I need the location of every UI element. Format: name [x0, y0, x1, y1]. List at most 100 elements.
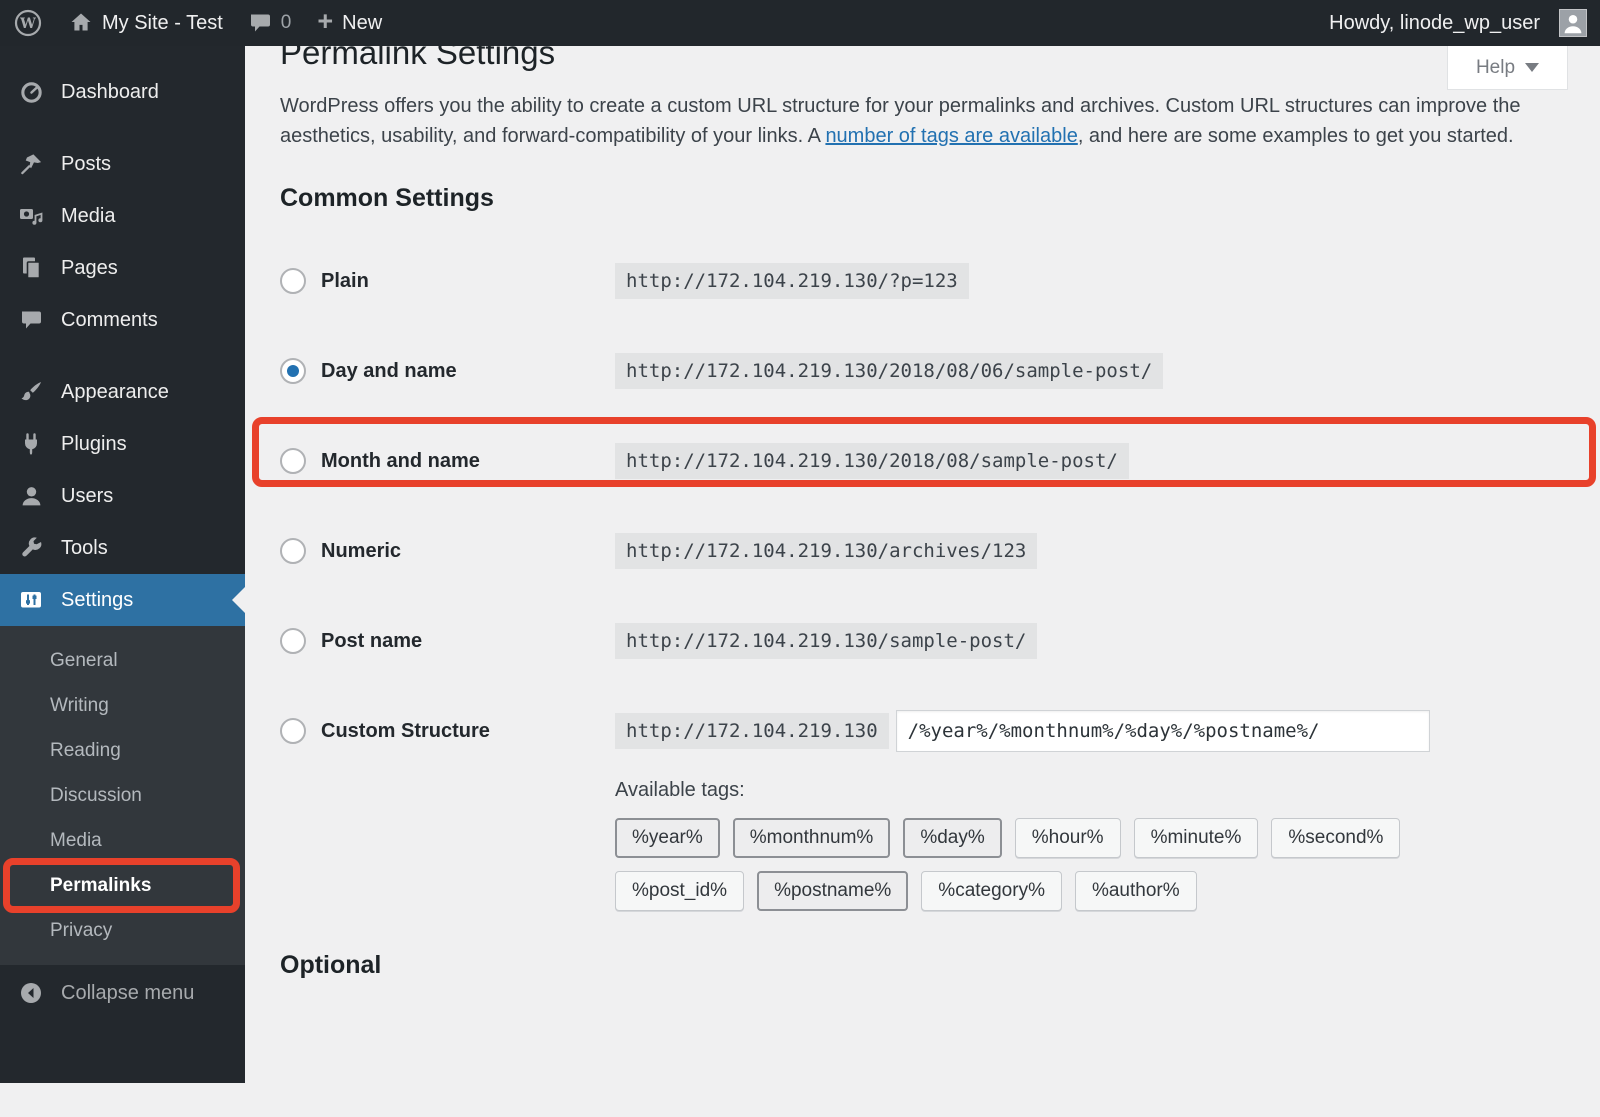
sidebar-item-media[interactable]: Media — [0, 190, 245, 242]
tag-button-post-id[interactable]: %post_id% — [615, 871, 744, 911]
sidebar-item-pages[interactable]: Pages — [0, 242, 245, 294]
sidebar-item-label: Appearance — [61, 381, 169, 404]
submenu-item-discussion[interactable]: Discussion — [0, 773, 245, 818]
account-menu-link[interactable]: Howdy, linode_wp_user — [1316, 0, 1600, 46]
sidebar-item-dashboard[interactable]: Dashboard — [0, 66, 245, 118]
radio-custom-structure[interactable] — [280, 718, 306, 744]
sidebar-item-posts[interactable]: Posts — [0, 138, 245, 190]
tags-available-link[interactable]: number of tags are available — [825, 125, 1077, 147]
site-name-label: My Site - Test — [102, 12, 223, 35]
collapse-arrow-icon — [18, 980, 44, 1006]
tag-button-year[interactable]: %year% — [615, 818, 720, 858]
new-content-button[interactable]: + New — [304, 0, 395, 46]
avatar — [1559, 9, 1587, 37]
sidebar-item-settings[interactable]: Settings — [0, 574, 245, 626]
pushpin-icon — [18, 151, 44, 177]
comment-count: 0 — [281, 12, 292, 34]
option-row-numeric: Numeric http://172.104.219.130/archives/… — [280, 506, 1565, 596]
tag-button-category[interactable]: %category% — [921, 871, 1062, 911]
tag-button-monthnum[interactable]: %monthnum% — [733, 818, 891, 858]
collapse-menu-button[interactable]: Collapse menu — [0, 967, 245, 1019]
custom-structure-input[interactable] — [896, 710, 1430, 752]
sidebar-item-comments[interactable]: Comments — [0, 294, 245, 346]
comment-icon — [18, 307, 44, 333]
radio-numeric[interactable] — [280, 538, 306, 564]
option-label: Custom Structure — [321, 720, 490, 743]
tag-button-day[interactable]: %day% — [903, 818, 1001, 858]
radio-day-and-name[interactable] — [280, 358, 306, 384]
available-tags-section: Available tags: %year% %monthnum% %day% … — [615, 779, 1565, 911]
sidebar-item-users[interactable]: Users — [0, 470, 245, 522]
tag-button-minute[interactable]: %minute% — [1134, 818, 1259, 858]
sidebar-item-label: Comments — [61, 309, 158, 332]
example-url: http://172.104.219.130/archives/123 — [615, 533, 1037, 569]
option-example-cell: http://172.104.219.130/2018/08/sample-po… — [615, 450, 1129, 472]
site-name-link[interactable]: My Site - Test — [56, 0, 236, 46]
submenu-item-permalinks[interactable]: Permalinks — [0, 863, 245, 908]
tag-button-postname[interactable]: %postname% — [757, 871, 908, 911]
common-settings-heading: Common Settings — [280, 184, 1565, 213]
submenu-item-media[interactable]: Media — [0, 818, 245, 863]
option-label: Numeric — [321, 540, 401, 563]
option-label: Day and name — [321, 360, 457, 383]
option-row-custom-structure: Custom Structure http://172.104.219.130 — [280, 686, 1565, 776]
available-tags-label: Available tags: — [615, 779, 1565, 802]
admin-bar-comments-link[interactable]: 0 — [236, 0, 305, 46]
radio-plain[interactable] — [280, 268, 306, 294]
sidebar-item-appearance[interactable]: Appearance — [0, 366, 245, 418]
pages-icon — [18, 255, 44, 281]
plus-icon: + — [317, 8, 333, 35]
svg-text:W: W — [19, 16, 36, 32]
sidebar-item-label: Settings — [61, 589, 133, 612]
custom-structure-cell: http://172.104.219.130 — [615, 710, 1430, 752]
sliders-icon — [18, 587, 44, 613]
intro-paragraph: WordPress offers you the ability to crea… — [280, 92, 1542, 151]
tag-button-author[interactable]: %author% — [1075, 871, 1197, 911]
menu-separator — [0, 346, 245, 366]
settings-submenu: General Writing Reading Discussion Media… — [0, 626, 245, 965]
option-label-cell: Month and name — [280, 448, 615, 474]
option-label-cell: Post name — [280, 628, 615, 654]
option-example-cell: http://172.104.219.130/?p=123 — [615, 270, 969, 292]
dashboard-icon — [18, 79, 44, 105]
option-label-cell: Day and name — [280, 358, 615, 384]
help-button[interactable]: Help — [1447, 46, 1568, 90]
sidebar-item-label: Tools — [61, 537, 108, 560]
submenu-item-privacy[interactable]: Privacy — [0, 908, 245, 953]
option-label-cell: Plain — [280, 268, 615, 294]
radio-post-name[interactable] — [280, 628, 306, 654]
help-label: Help — [1476, 57, 1515, 79]
wordpress-logo-icon: W — [13, 8, 43, 38]
example-url: http://172.104.219.130/sample-post/ — [615, 623, 1037, 659]
media-icon — [18, 203, 44, 229]
tag-button-row: %post_id% %postname% %category% %author% — [615, 871, 1565, 911]
admin-bar: W My Site - Test 0 + New — [0, 0, 1600, 46]
submenu-item-reading[interactable]: Reading — [0, 728, 245, 773]
home-icon — [69, 11, 93, 35]
plug-icon — [18, 431, 44, 457]
option-row-plain: Plain http://172.104.219.130/?p=123 — [280, 236, 1565, 326]
main-content: Help Permalink Settings WordPress offers… — [245, 34, 1600, 980]
custom-structure-url-prefix: http://172.104.219.130 — [615, 713, 889, 749]
menu-separator — [0, 118, 245, 138]
intro-text-after: , and here are some examples to get you … — [1078, 125, 1514, 147]
submenu-item-writing[interactable]: Writing — [0, 683, 245, 728]
option-label: Month and name — [321, 450, 480, 473]
tag-button-second[interactable]: %second% — [1271, 818, 1400, 858]
active-item-arrow — [232, 587, 245, 613]
sidebar-item-plugins[interactable]: Plugins — [0, 418, 245, 470]
comment-bubble-icon — [249, 12, 272, 34]
radio-month-and-name[interactable] — [280, 448, 306, 474]
option-example-cell: http://172.104.219.130/archives/123 — [615, 540, 1037, 562]
wp-logo-button[interactable]: W — [0, 0, 56, 46]
option-label: Plain — [321, 270, 369, 293]
tag-button-row: %year% %monthnum% %day% %hour% %minute% … — [615, 818, 1565, 858]
option-label-cell: Numeric — [280, 538, 615, 564]
admin-bar-right: Howdy, linode_wp_user — [1316, 0, 1600, 46]
sidebar-item-tools[interactable]: Tools — [0, 522, 245, 574]
tag-button-hour[interactable]: %hour% — [1015, 818, 1121, 858]
howdy-label: Howdy, linode_wp_user — [1329, 12, 1540, 35]
submenu-item-general[interactable]: General — [0, 638, 245, 683]
new-label: New — [342, 12, 382, 35]
admin-sidebar: Dashboard Posts Media — [0, 46, 245, 1083]
